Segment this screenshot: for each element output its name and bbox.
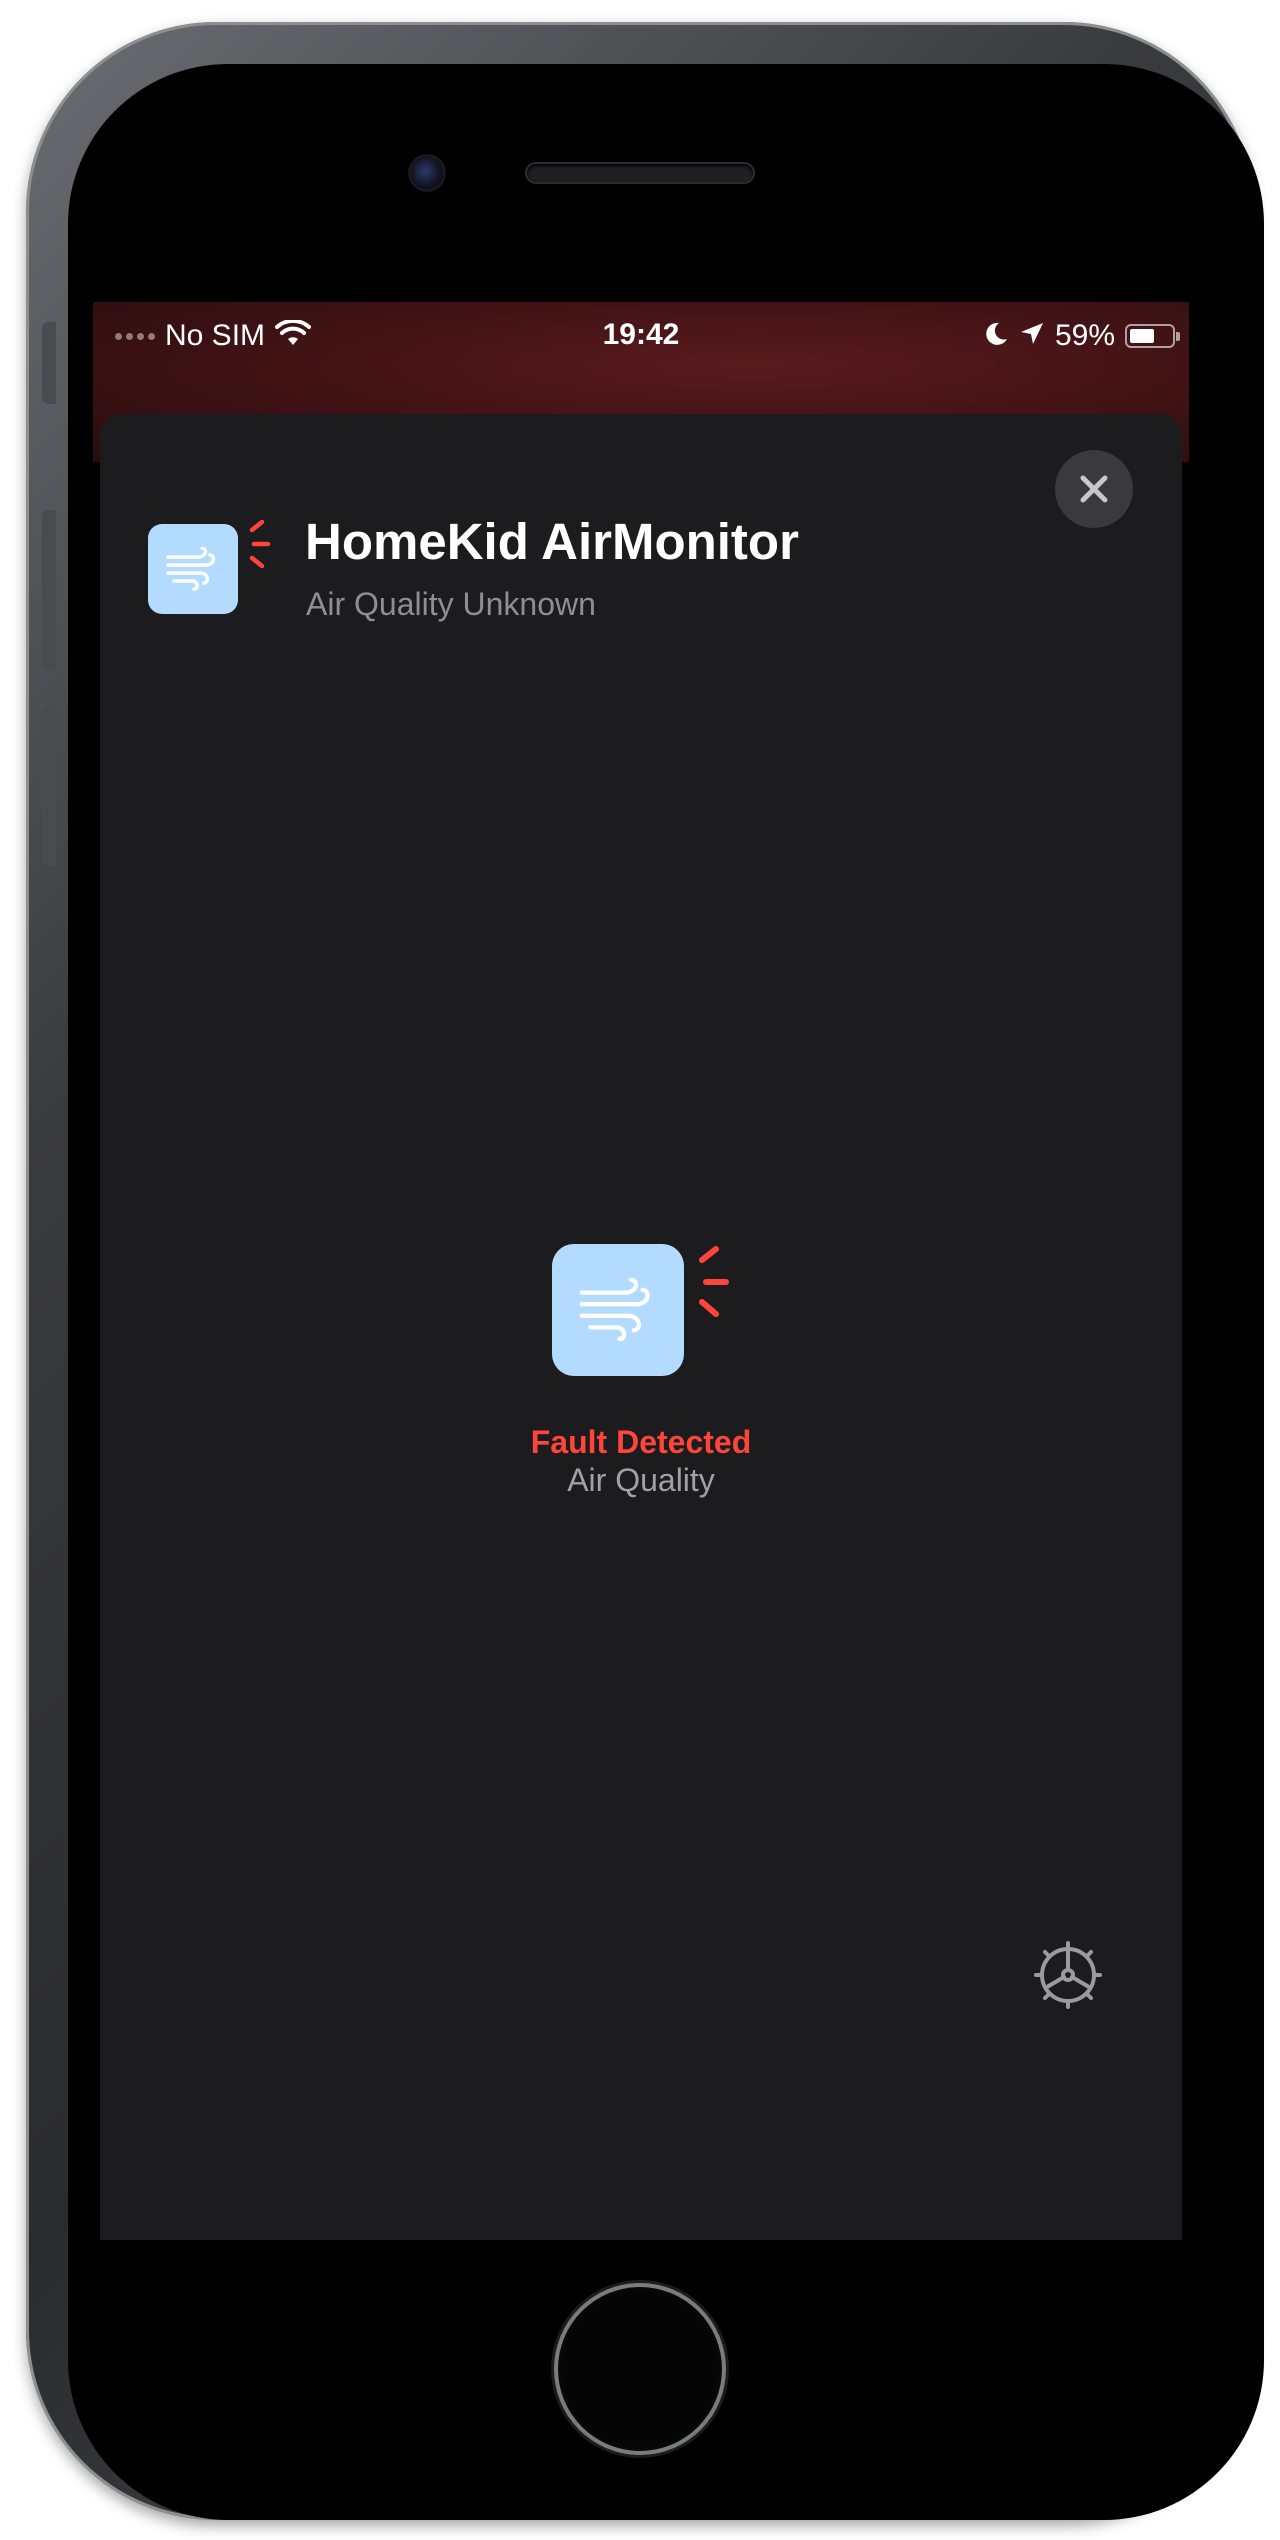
- home-button[interactable]: [558, 2287, 722, 2451]
- close-button[interactable]: [1055, 450, 1133, 528]
- front-camera: [411, 157, 443, 189]
- settings-button[interactable]: [1027, 1934, 1109, 2016]
- accessory-status: Air Quality Unknown: [306, 586, 596, 622]
- tile-label: Air Quality: [567, 1462, 715, 1498]
- air-quality-wind-icon: [148, 524, 238, 614]
- tile-state: Fault Detected: [530, 1424, 752, 1460]
- screen: No SIM 19:42 59% HomeKid AirMonitor Air …: [93, 302, 1189, 2240]
- earpiece-speaker: [527, 164, 753, 182]
- location-arrow-icon: [1019, 321, 1045, 352]
- battery-percent: 59%: [1054, 319, 1115, 352]
- air-quality-wind-icon: [552, 1244, 684, 1376]
- status-bar: No SIM 19:42 59%: [93, 302, 1189, 372]
- volume-up-button: [42, 510, 56, 670]
- fault-alert-icon: [249, 519, 271, 569]
- moon-icon: [983, 320, 1009, 353]
- mute-switch: [42, 322, 56, 404]
- accessory-title: HomeKid AirMonitor: [305, 513, 799, 570]
- volume-down-button: [42, 706, 56, 866]
- battery-icon: [1125, 324, 1180, 348]
- accessory-detail-sheet: HomeKid AirMonitor Air Quality Unknown F…: [100, 414, 1182, 2240]
- gear-icon: [1034, 1941, 1102, 2009]
- fault-alert-icon: [699, 1246, 729, 1317]
- close-icon: [1080, 475, 1108, 503]
